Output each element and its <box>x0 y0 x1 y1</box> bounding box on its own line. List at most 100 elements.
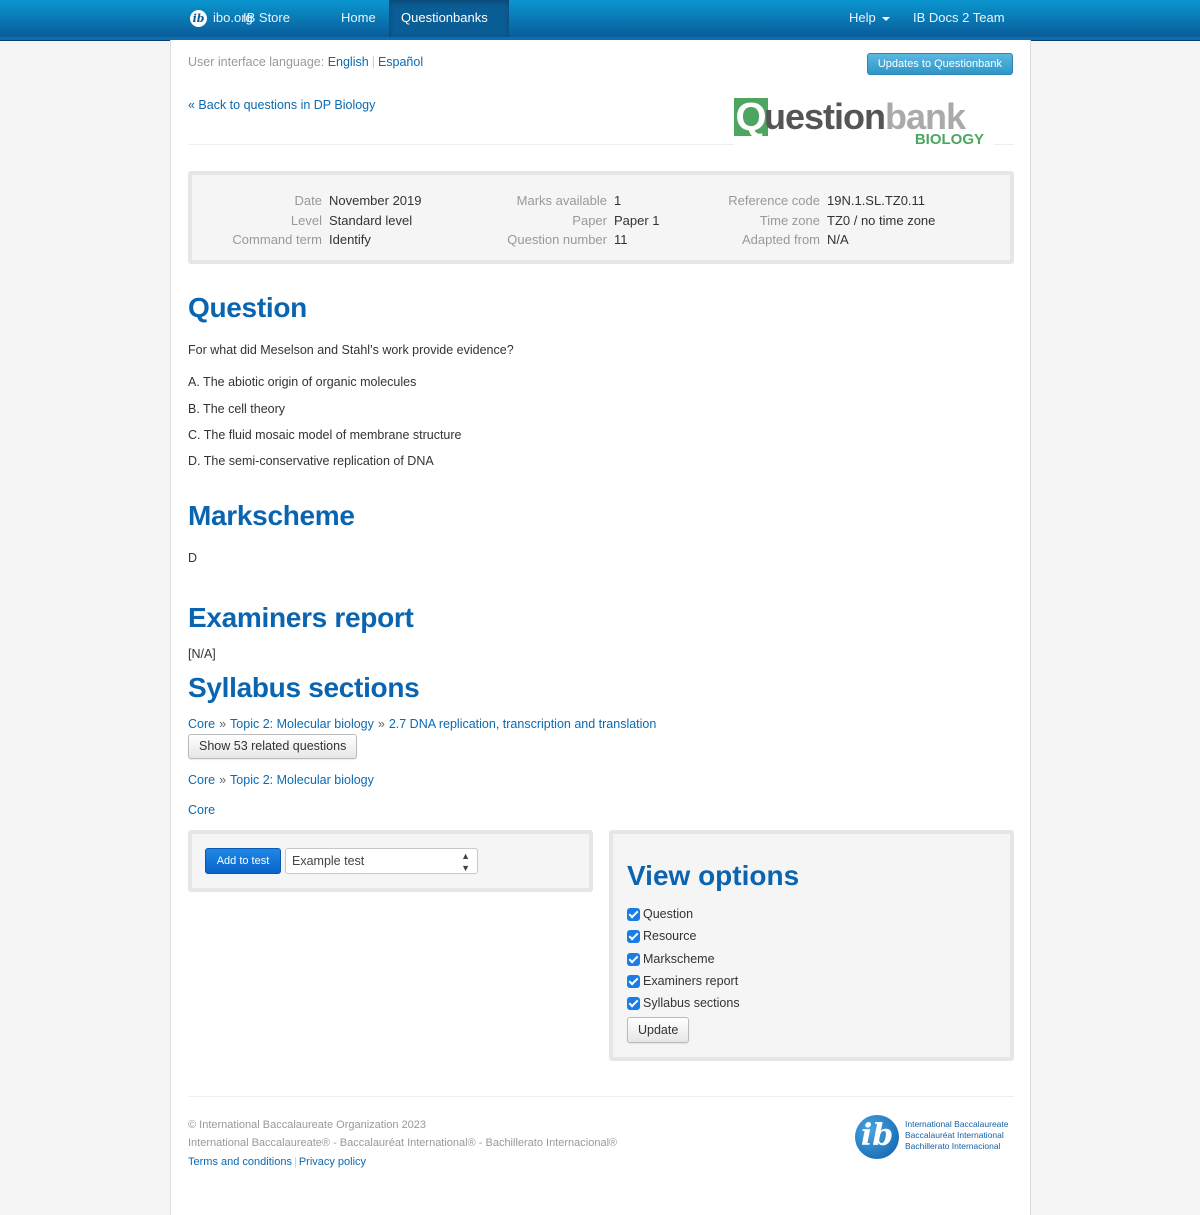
meta-marks-available: Marks available 1 <box>472 191 660 211</box>
meta-column-1: Date November 2019 Level Standard level Co… <box>192 191 422 250</box>
answer-option-c: C. The fluid mosaic model of membrane st… <box>188 428 462 442</box>
nav-help[interactable]: Help <box>837 0 902 37</box>
markscheme-heading: Markscheme <box>188 500 355 531</box>
separator: | <box>371 55 375 69</box>
syllabus-path-3: Core <box>188 803 215 817</box>
nav-help-label: Help <box>849 10 876 25</box>
meta-value: Standard level <box>329 212 413 228</box>
checkbox-checked-icon[interactable] <box>627 930 640 943</box>
answer-option-d: D. The semi-conservative replication of … <box>188 454 434 468</box>
language-english[interactable]: English <box>328 55 369 69</box>
checkbox-checked-icon[interactable] <box>627 997 640 1010</box>
syllabus-path-1: Core » Topic 2: Molecular biology» 2.7 DNA … <box>188 717 656 731</box>
footer-trademark: International Baccalaureate® - Baccalaur… <box>188 1137 618 1149</box>
view-option-markscheme[interactable]: Markscheme <box>627 951 715 967</box>
language-label: User interface language: <box>188 55 325 69</box>
update-button[interactable]: Update <box>627 1017 690 1043</box>
breadcrumb-separator: » <box>219 717 227 731</box>
add-to-test-panel: Add to test Example test ▲ ▼ <box>188 830 593 892</box>
meta-value: November 2019 <box>329 193 422 208</box>
syllabus-link-topic-2[interactable]: Topic 2: Molecular biology <box>230 717 374 731</box>
meta-value: Paper 1 <box>614 212 660 228</box>
examiners-report-heading: Examiners report <box>188 602 414 633</box>
meta-label: Level <box>290 212 322 228</box>
caret-down-icon <box>881 16 890 21</box>
nav-ib-store[interactable]: IB Store <box>231 0 302 37</box>
view-option-resource[interactable]: Resource <box>627 928 697 944</box>
privacy-policy-link[interactable]: Privacy policy <box>299 1156 366 1168</box>
ib-footer-logo: ib International Baccalaureate Baccalaur… <box>855 1113 1015 1161</box>
meta-label: Adapted from <box>741 232 820 247</box>
meta-value: 19N.1.SL.TZ0.11 <box>827 193 926 208</box>
view-option-examiners-report[interactable]: Examiners report <box>627 973 738 989</box>
ib-logo-line: Baccalauréat International <box>905 1130 1004 1140</box>
meta-label: Time zone <box>759 212 820 228</box>
show-related-questions-button[interactable]: Show 53 related questions <box>188 734 358 759</box>
meta-reference-code: Reference code 19N.1.SL.TZ0.11 <box>692 191 935 211</box>
meta-label: Paper <box>572 212 607 228</box>
meta-label: Command term <box>232 232 322 247</box>
view-option-label: Markscheme <box>643 952 715 966</box>
ib-logo-line: Bachillerato Internacional <box>905 1141 1001 1151</box>
question-metadata-box: Date November 2019 Level Standard level Co… <box>188 171 1014 264</box>
test-select[interactable]: Example test ▲ ▼ <box>285 848 478 874</box>
question-heading: Question <box>188 292 307 323</box>
nav-questionbanks[interactable]: Questionbanks <box>389 0 509 56</box>
checkbox-checked-icon[interactable] <box>627 908 640 921</box>
language-selector: User interface language: English | Español <box>188 55 423 69</box>
nav-ib-docs-team[interactable]: IB Docs 2 Team <box>901 0 1017 37</box>
checkbox-checked-icon[interactable] <box>627 975 640 988</box>
back-to-questions-link[interactable]: « Back to questions in DP Biology <box>188 98 375 112</box>
meta-question-number: Question number 11 <box>472 230 660 250</box>
breadcrumb-separator: » <box>219 773 227 787</box>
meta-level: Level Standard level <box>192 211 422 231</box>
logo-subject: BIOLOGY <box>914 131 984 148</box>
main-container: User interface language: English | Español… <box>170 40 1031 1215</box>
footer-divider <box>188 1096 1014 1097</box>
syllabus-link-topic-2[interactable]: Topic 2: Molecular biology <box>230 773 374 787</box>
nav-home[interactable]: Home <box>329 0 388 37</box>
meta-label: Question number <box>507 232 607 247</box>
footer-links: Terms and conditions | Privacy policy <box>188 1156 366 1168</box>
terms-and-conditions-link[interactable]: Terms and conditions <box>188 1156 292 1168</box>
top-navbar: ib ibo.org IB Store Home Questionbanks He… <box>0 0 1200 56</box>
markscheme-answer: D <box>188 551 198 565</box>
checkbox-checked-icon[interactable] <box>627 953 640 966</box>
view-option-syllabus-sections[interactable]: Syllabus sections <box>627 995 740 1011</box>
ib-logo-text: International Baccalaureate Baccalauréat… <box>905 1119 1009 1152</box>
view-option-label: Examiners report <box>643 974 739 988</box>
answer-option-a: A. The abiotic origin of organic molecul… <box>188 375 417 389</box>
syllabus-link-2-7[interactable]: 2.7 DNA replication, transcription and t… <box>389 717 657 731</box>
view-option-question[interactable]: Question <box>627 906 693 922</box>
meta-label: Reference code <box>728 193 820 208</box>
ib-logo-line: International Baccalaureate <box>905 1119 1009 1129</box>
nav-questionbanks-label: Questionbanks <box>401 10 488 25</box>
syllabus-sections-heading: Syllabus sections <box>188 672 420 703</box>
test-select-value: Example test <box>292 854 365 868</box>
view-option-label: Resource <box>643 929 697 943</box>
meta-column-2: Marks available 1 Paper Paper 1 Question n… <box>472 191 660 250</box>
meta-paper: Paper Paper 1 <box>472 211 660 231</box>
separator: | <box>293 1156 297 1168</box>
logo-dark-text: uestion <box>764 96 886 137</box>
language-espanol[interactable]: Español <box>378 55 423 69</box>
footer-copyright: © International Baccalaureate Organizati… <box>188 1119 427 1131</box>
logo-q-block: Q <box>734 95 768 139</box>
meta-value: N/A <box>827 232 849 247</box>
view-options-heading: View options <box>627 860 800 891</box>
add-to-test-button[interactable]: Add to test <box>205 848 281 874</box>
syllabus-link-core[interactable]: Core <box>188 773 215 787</box>
meta-value: TZ0 / no time zone <box>827 212 936 228</box>
ib-circle-icon: ib <box>855 1115 899 1159</box>
syllabus-link-core[interactable]: Core <box>188 717 215 731</box>
meta-time-zone: Time zone TZ0 / no time zone <box>692 211 936 231</box>
meta-value: 1 <box>614 193 622 208</box>
updates-to-questionbank-button[interactable]: Updates to Questionbank <box>866 53 1013 75</box>
meta-date: Date November 2019 <box>192 191 422 211</box>
view-options-panel: View options Question Resource Markschem… <box>609 830 1014 1061</box>
meta-column-3: Reference code 19N.1.SL.TZ0.11 Time zone T… <box>692 191 935 250</box>
syllabus-path-2: Core » Topic 2: Molecular biology <box>188 773 374 787</box>
questionbank-logo: Q uestionbank BIOLOGY <box>734 96 994 151</box>
syllabus-link-core[interactable]: Core <box>188 803 215 817</box>
select-updown-icon: ▲ ▼ <box>461 851 470 873</box>
